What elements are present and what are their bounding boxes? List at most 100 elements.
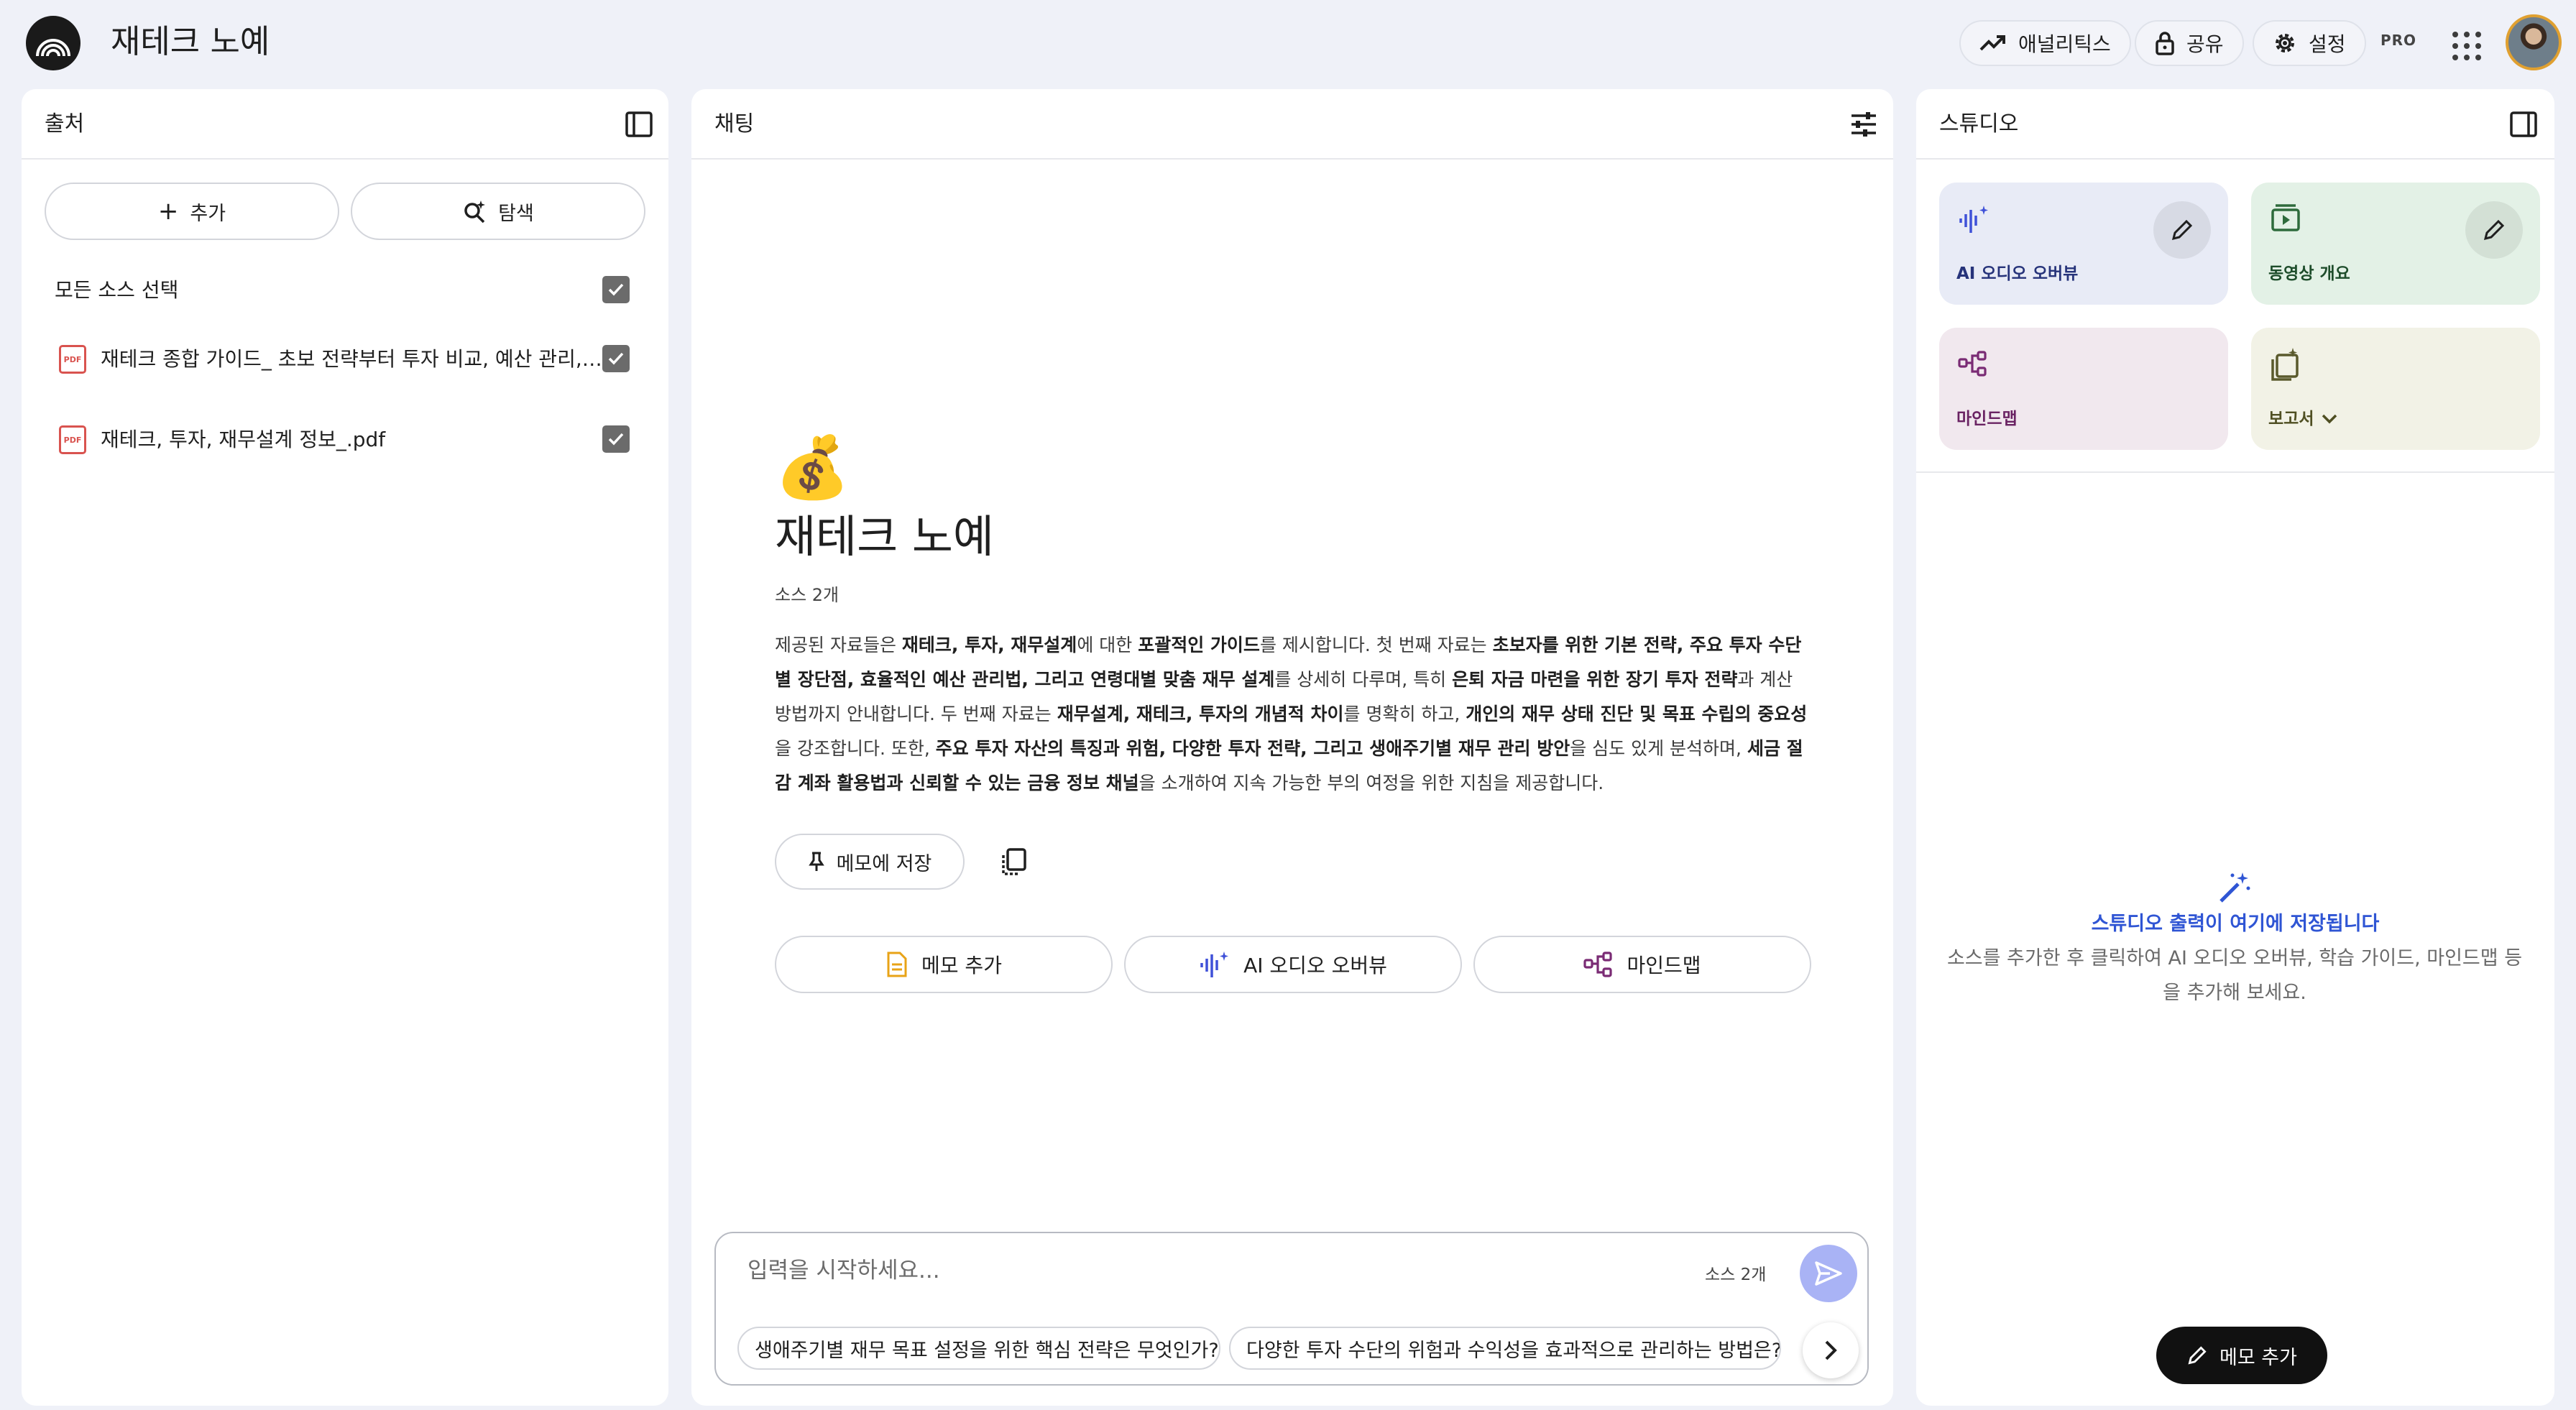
collapse-panel-icon[interactable] bbox=[2508, 109, 2539, 139]
summary-bold-text: 재무설계, 재테크, 투자의 개념적 차이 bbox=[1057, 704, 1344, 724]
source-item-label: 재테크, 투자, 재무설계 정보_.pdf bbox=[101, 428, 386, 451]
report-card-label-row: 보고서 bbox=[2268, 407, 2338, 431]
summary-bold-text: 은퇴 자금 마련을 위한 장기 투자 전략 bbox=[1452, 669, 1738, 690]
mindmap-icon bbox=[1583, 951, 1613, 977]
analytics-button[interactable]: 애널리틱스 bbox=[1959, 20, 2131, 66]
summary-bold-text: 개인의 재무 상태 진단 및 목표 수립의 중요성 bbox=[1466, 704, 1808, 724]
audio-overview-card[interactable]: AI 오디오 오버뷰 bbox=[1939, 183, 2228, 305]
studio-empty-title: 스튜디오 출력이 여기에 저장됩니다 bbox=[2091, 913, 2380, 935]
audio-overview-label: AI 오디오 오버뷰 bbox=[1243, 954, 1387, 977]
discover-sources-button[interactable]: 탐색 bbox=[351, 183, 645, 240]
share-label: 공유 bbox=[2186, 32, 2224, 56]
source-item[interactable]: PDF 재테크 종합 가이드_ 초보 전략부터 투자 비교, 예산 관리, 생애… bbox=[22, 331, 668, 388]
suggested-question[interactable]: 생애주기별 재무 목표 설정을 위한 핵심 전략은 무엇인가? bbox=[737, 1327, 1220, 1370]
summary-text: 를 상세히 다루며, 특히 bbox=[1274, 669, 1453, 690]
sources-panel: 출처 + 추가 탐색 모든 소스 선택 PDF 재테크 종합 가이드_ 초보 전… bbox=[22, 89, 668, 1406]
pin-icon bbox=[808, 852, 824, 871]
notebooklm-logo-icon[interactable] bbox=[26, 16, 80, 70]
add-source-label: 추가 bbox=[190, 202, 226, 225]
summary-text: 에 대한 bbox=[1077, 635, 1138, 655]
suggested-question[interactable]: 다양한 투자 수단의 위험과 수익성을 효과적으로 관리하는 방법은? bbox=[1229, 1327, 1781, 1370]
discover-label: 탐색 bbox=[498, 202, 534, 225]
share-button[interactable]: 공유 bbox=[2135, 20, 2244, 66]
report-card-label: 보고서 bbox=[2268, 410, 2314, 428]
source-count: 소스 2개 bbox=[775, 585, 840, 605]
studio-title: 스튜디오 bbox=[1939, 111, 2019, 137]
send-button[interactable] bbox=[1800, 1245, 1857, 1302]
pencil-icon bbox=[2171, 219, 2193, 241]
add-source-button[interactable]: + 추가 bbox=[45, 183, 339, 240]
source-item-checkbox[interactable] bbox=[602, 425, 630, 453]
summary-text: 을 심도 있게 분석하며, bbox=[1570, 738, 1747, 759]
chat-title: 채팅 bbox=[714, 111, 755, 137]
source-item-label: 재테크 종합 가이드_ 초보 전략부터 투자 비교, 예산 관리, 생애주기별 … bbox=[101, 347, 604, 371]
select-all-sources-row[interactable]: 모든 소스 선택 bbox=[22, 262, 668, 319]
mindmap-label: 마인드맵 bbox=[1627, 954, 1701, 977]
summary-text: 를 명확히 하고, bbox=[1343, 704, 1466, 724]
mindmap-card-label: 마인드맵 bbox=[1956, 410, 2018, 428]
edit-audio-button[interactable] bbox=[2153, 201, 2211, 259]
analytics-label: 애널리틱스 bbox=[2018, 32, 2111, 56]
tune-settings-icon[interactable] bbox=[1849, 109, 1879, 139]
notebook-title[interactable]: 재테크 노예 bbox=[111, 19, 270, 65]
magic-wand-icon bbox=[2220, 872, 2250, 903]
summary-bold-text: 재테크, 투자, 재무설계 bbox=[901, 635, 1077, 655]
pdf-icon: PDF bbox=[59, 345, 86, 374]
plus-icon: + bbox=[157, 197, 179, 226]
pencil-icon bbox=[2188, 1346, 2207, 1365]
studio-panel: 스튜디오 AI 오디오 오버뷰 동영상 개요 마인드맵 보고서 스튜디오 출력이… bbox=[1916, 89, 2554, 1406]
audio-overview-button[interactable]: AI 오디오 오버뷰 bbox=[1124, 936, 1462, 993]
copy-icon[interactable] bbox=[999, 847, 1029, 877]
top-bar: 재테크 노예 애널리틱스 공유 설정 PRO bbox=[0, 0, 2576, 85]
chat-input[interactable] bbox=[748, 1253, 1610, 1288]
sources-header: 출처 bbox=[22, 89, 668, 160]
studio-divider bbox=[1916, 471, 2554, 473]
audio-sparkle-icon bbox=[1959, 206, 1988, 233]
add-memo-fab-label: 메모 추가 bbox=[2220, 1346, 2297, 1369]
note-icon bbox=[887, 951, 907, 977]
source-item-checkbox[interactable] bbox=[602, 345, 630, 372]
check-icon bbox=[608, 283, 624, 296]
check-icon bbox=[608, 433, 624, 446]
save-to-memo-label: 메모에 저장 bbox=[836, 852, 932, 875]
video-overview-card-label: 동영상 개요 bbox=[2268, 264, 2350, 283]
summary-bold-text: 포괄적인 가이드 bbox=[1138, 635, 1260, 655]
chevron-right-icon bbox=[1825, 1340, 1837, 1360]
summary-text: 을 소개하여 지속 가능한 부의 여정을 위한 지침을 제공합니다. bbox=[1138, 773, 1604, 793]
add-memo-fab[interactable]: 메모 추가 bbox=[2156, 1327, 2327, 1384]
pencil-icon bbox=[2483, 219, 2505, 241]
audio-overview-card-label: AI 오디오 오버뷰 bbox=[1956, 264, 2079, 283]
trending-up-icon bbox=[1979, 35, 2005, 51]
apps-grid-icon[interactable] bbox=[2450, 29, 2481, 60]
add-memo-button[interactable]: 메모 추가 bbox=[775, 936, 1113, 993]
chevron-down-icon[interactable] bbox=[2321, 413, 2338, 425]
select-all-label: 모든 소스 선택 bbox=[55, 278, 179, 302]
chat-input-box: 소스 2개 생애주기별 재무 목표 설정을 위한 핵심 전략은 무엇인가? 다양… bbox=[714, 1232, 1869, 1386]
report-sparkle-icon bbox=[2271, 348, 2299, 381]
send-icon bbox=[1815, 1261, 1842, 1286]
video-overview-card[interactable]: 동영상 개요 bbox=[2251, 183, 2540, 305]
video-overview-icon bbox=[2271, 204, 2300, 231]
mindmap-button[interactable]: 마인드맵 bbox=[1473, 936, 1811, 993]
source-item[interactable]: PDF 재테크, 투자, 재무설계 정보_.pdf bbox=[22, 411, 668, 469]
mindmap-card[interactable]: 마인드맵 bbox=[1939, 328, 2228, 450]
chat-header: 채팅 bbox=[691, 89, 1893, 160]
collapse-panel-icon[interactable] bbox=[624, 109, 654, 139]
next-suggestions-button[interactable] bbox=[1803, 1322, 1859, 1378]
select-all-checkbox[interactable] bbox=[602, 276, 630, 303]
settings-label: 설정 bbox=[2309, 32, 2346, 56]
report-card[interactable]: 보고서 bbox=[2251, 328, 2540, 450]
sources-title: 출처 bbox=[45, 111, 85, 137]
studio-empty-description: 소스를 추가한 후 클릭하여 AI 오디오 오버뷰, 학습 가이드, 마인드맵 … bbox=[1946, 947, 2523, 1004]
summary-text: 를 제시합니다. 첫 번째 자료는 bbox=[1259, 635, 1493, 655]
summary-bold-text: 주요 투자 자산의 특징과 위험, 다양한 투자 전략, 그리고 생애주기별 재… bbox=[935, 738, 1570, 759]
mindmap-icon bbox=[1958, 351, 1987, 377]
pdf-icon: PDF bbox=[59, 425, 86, 454]
settings-button[interactable]: 설정 bbox=[2253, 20, 2366, 66]
save-to-memo-button[interactable]: 메모에 저장 bbox=[775, 834, 965, 890]
avatar[interactable] bbox=[2506, 14, 2562, 70]
gear-icon bbox=[2276, 34, 2294, 52]
edit-video-button[interactable] bbox=[2465, 201, 2523, 259]
check-icon bbox=[608, 352, 624, 365]
summary-text: 을 강조합니다. 또한, bbox=[775, 738, 936, 759]
